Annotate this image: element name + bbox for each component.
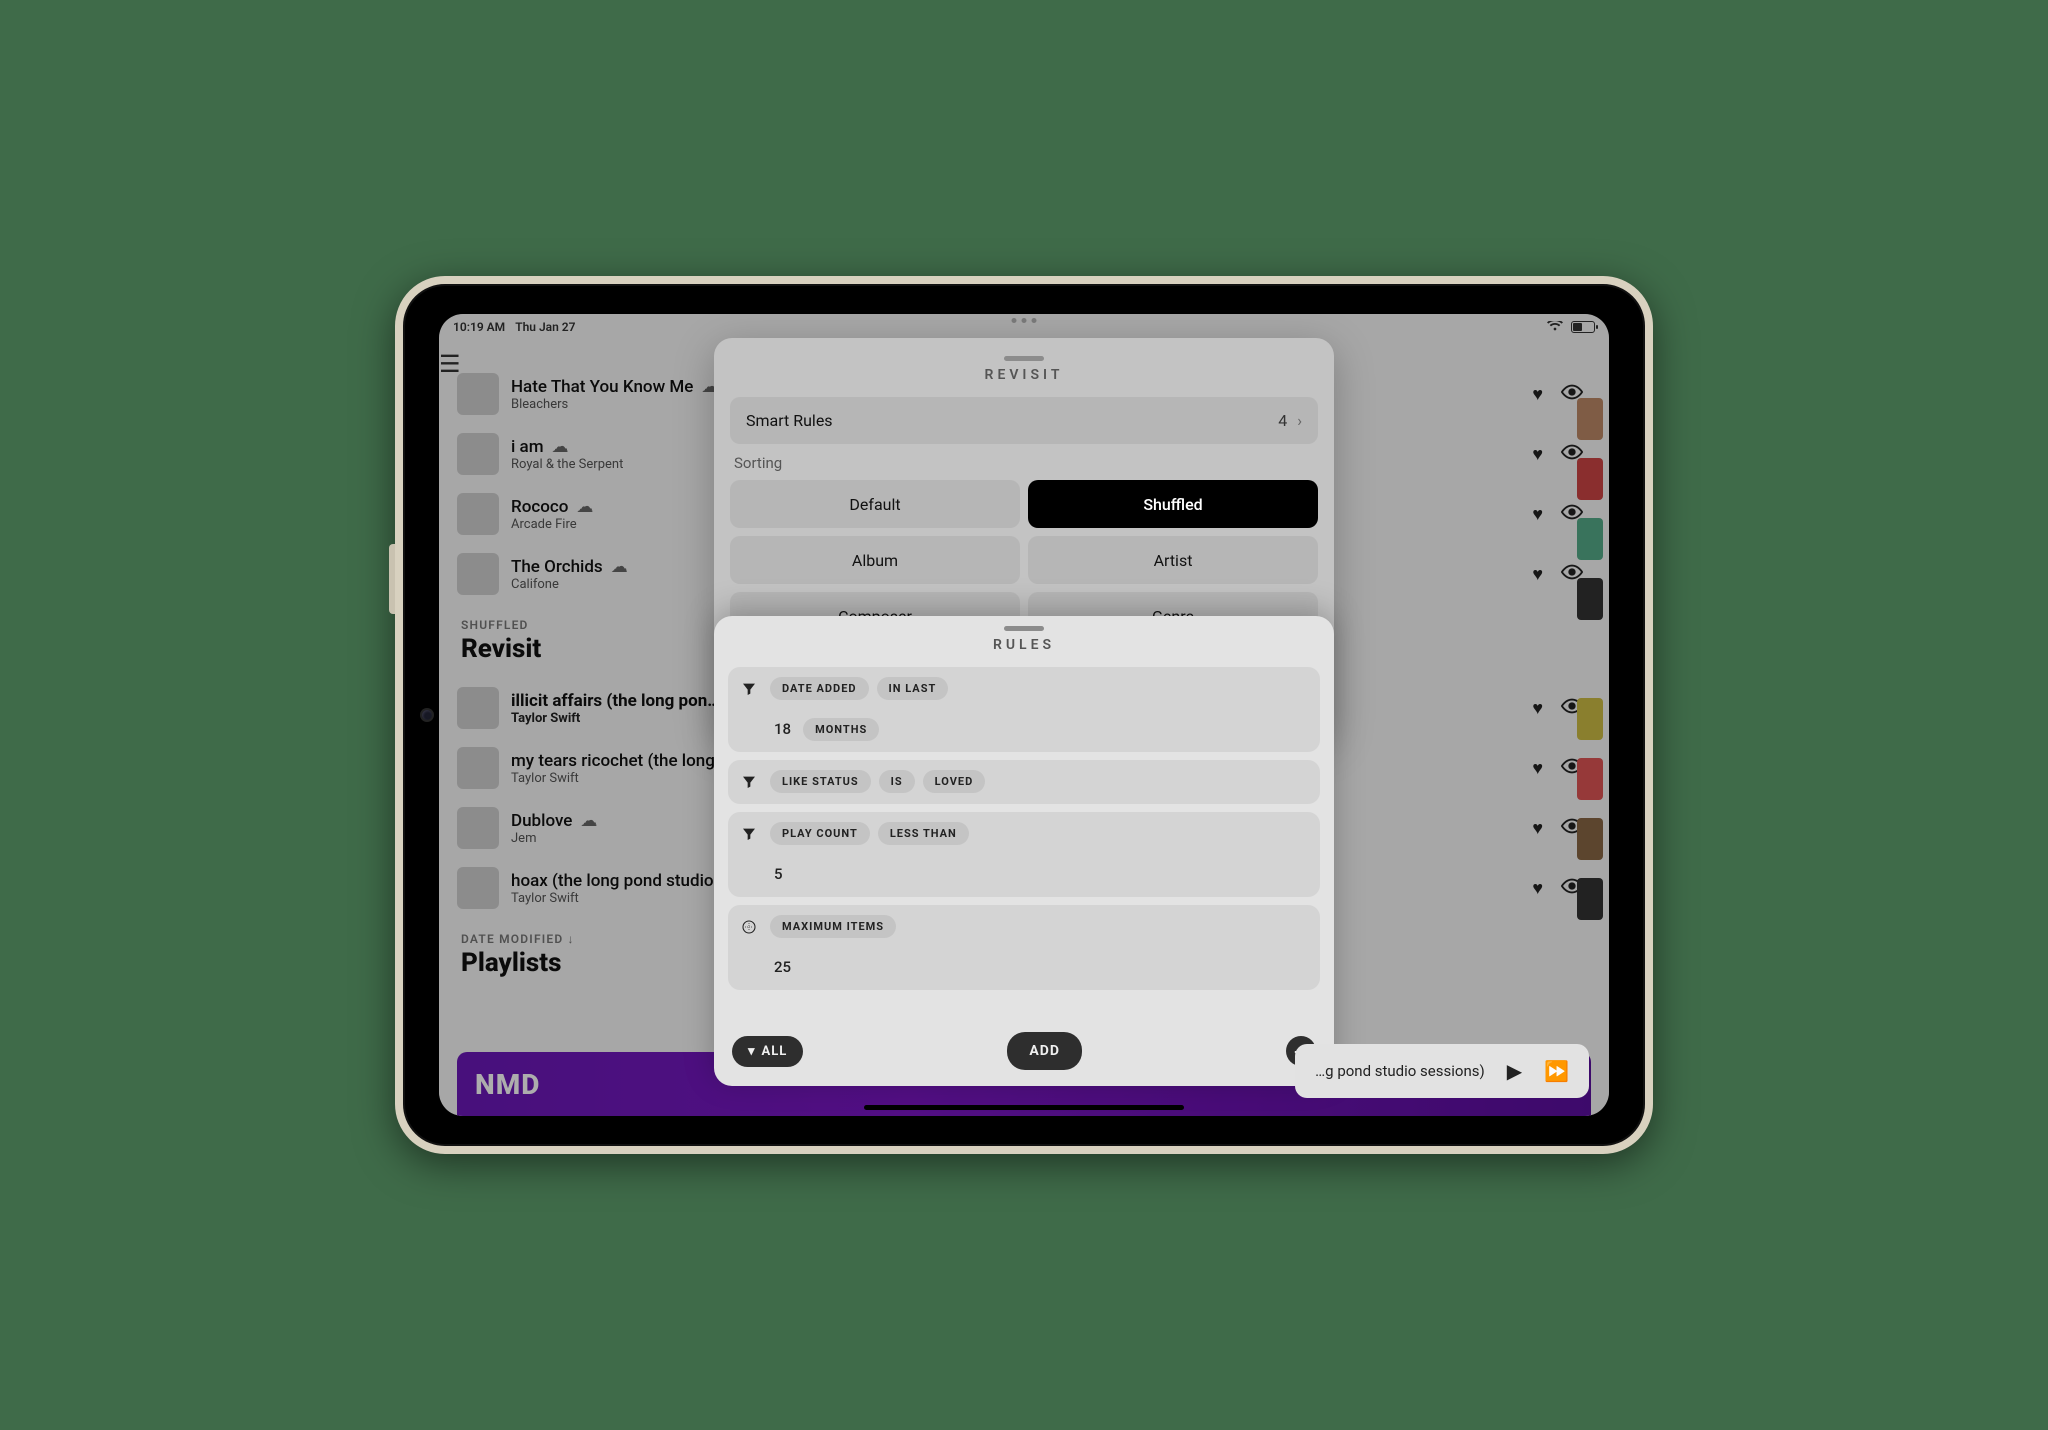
sheet-rules: RULES DATE ADDED IN LAST 18 MONTHS LIKE STA… bbox=[714, 616, 1334, 1086]
rule-row[interactable]: MAXIMUM ITEMS 25 bbox=[728, 905, 1320, 990]
multitask-indicator[interactable] bbox=[1012, 318, 1037, 323]
rule-chip[interactable]: DATE ADDED bbox=[770, 677, 869, 700]
filter-icon bbox=[740, 681, 758, 701]
sort-option-album[interactable]: Album bbox=[730, 536, 1020, 584]
screen: 10:19 AM Thu Jan 27 ☰ Hate That You Know… bbox=[439, 314, 1609, 1116]
sort-option-artist[interactable]: Artist bbox=[1028, 536, 1318, 584]
rule-value[interactable]: 25 bbox=[770, 954, 795, 980]
rule-row[interactable]: PLAY COUNT LESS THAN 5 bbox=[728, 812, 1320, 897]
filter-icon bbox=[740, 826, 758, 846]
status-time: 10:19 AM bbox=[453, 320, 505, 334]
rule-value[interactable]: 18 bbox=[770, 716, 795, 742]
status-date: Thu Jan 27 bbox=[515, 320, 575, 334]
play-icon[interactable]: ▶ bbox=[1507, 1059, 1522, 1083]
filter-icon: ▾ bbox=[748, 1044, 756, 1059]
filter-icon bbox=[740, 774, 758, 794]
ipad-frame: 10:19 AM Thu Jan 27 ☰ Hate That You Know… bbox=[395, 276, 1653, 1154]
rule-row[interactable]: LIKE STATUS IS LOVED bbox=[728, 760, 1320, 804]
cell-smart-rules[interactable]: Smart Rules 4 › bbox=[730, 397, 1318, 444]
add-label: ADD bbox=[1029, 1043, 1060, 1059]
rule-chip[interactable]: LOVED bbox=[923, 770, 986, 793]
rule-chip[interactable]: IN LAST bbox=[877, 677, 949, 700]
sort-option-shuffled[interactable]: Shuffled bbox=[1028, 480, 1318, 528]
now-playing-bar[interactable]: …g pond studio sessions) ▶ ⏩ bbox=[1295, 1044, 1589, 1098]
rule-value[interactable]: 5 bbox=[770, 861, 787, 887]
sorting-label: Sorting bbox=[734, 454, 1314, 472]
rule-chip[interactable]: MAXIMUM ITEMS bbox=[770, 915, 896, 938]
sheet-title-rules: RULES bbox=[728, 637, 1320, 653]
battery-icon bbox=[1571, 321, 1595, 333]
home-indicator[interactable] bbox=[864, 1105, 1184, 1110]
match-all-label: ALL bbox=[762, 1044, 788, 1059]
rule-chip[interactable]: IS bbox=[879, 770, 915, 793]
sort-option-default[interactable]: Default bbox=[730, 480, 1020, 528]
sheet-grabber[interactable] bbox=[1004, 356, 1044, 361]
fast-forward-icon[interactable]: ⏩ bbox=[1544, 1059, 1569, 1083]
wifi-icon bbox=[1547, 321, 1563, 333]
chevron-right-icon: › bbox=[1297, 411, 1302, 430]
rule-chip[interactable]: PLAY COUNT bbox=[770, 822, 870, 845]
rule-chip[interactable]: LESS THAN bbox=[878, 822, 969, 845]
rule-row[interactable]: DATE ADDED IN LAST 18 MONTHS bbox=[728, 667, 1320, 752]
sheet-title-revisit: REVISIT bbox=[730, 367, 1318, 383]
rule-unit[interactable]: MONTHS bbox=[803, 718, 879, 741]
add-rule-button[interactable]: ADD bbox=[1007, 1032, 1082, 1070]
sheet-grabber[interactable] bbox=[1004, 626, 1044, 631]
match-all-button[interactable]: ▾ ALL bbox=[732, 1036, 803, 1067]
rule-chip[interactable]: LIKE STATUS bbox=[770, 770, 871, 793]
now-playing-title: …g pond studio sessions) bbox=[1315, 1062, 1485, 1080]
smart-rules-label: Smart Rules bbox=[746, 411, 833, 430]
smart-rules-count: 4 bbox=[1278, 411, 1287, 430]
limit-icon bbox=[740, 919, 758, 939]
